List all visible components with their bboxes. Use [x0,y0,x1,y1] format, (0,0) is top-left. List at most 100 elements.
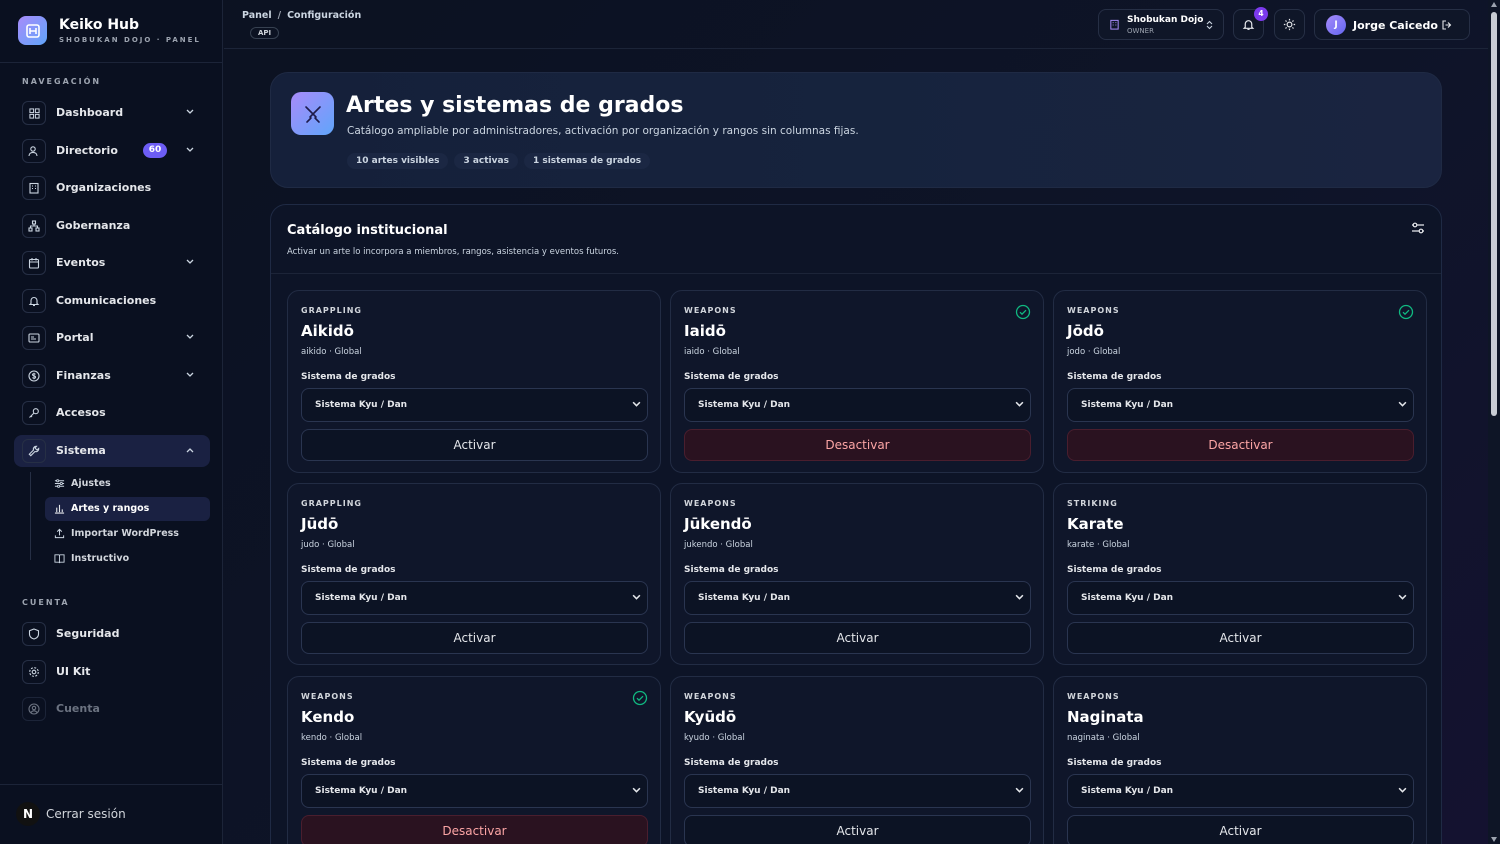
grade-system-label: Sistema de grados [301,372,396,382]
art-card-karate: STRIKING Karate karate · Global Sistema … [1053,483,1427,665]
sidebar-item-label: Portal [56,331,94,344]
grade-system-label: Sistema de grados [301,565,396,575]
grade-system-select[interactable]: Sistema Kyu / Dan [1067,388,1414,422]
art-slug: naginata · Global [1067,733,1140,743]
subnav-item-importar-wordpress[interactable]: Importar WordPress [45,522,210,546]
art-category: GRAPPLING [301,499,362,508]
art-card-kendo: WEAPONS Kendo kendo · Global Sistema de … [287,676,661,844]
scroll-down-arrow-icon[interactable] [1491,837,1497,842]
org-switcher[interactable]: Shobukan Dojo OWNER [1098,9,1224,40]
art-slug: kyudo · Global [684,733,745,743]
grade-system-select[interactable]: Sistema Kyu / Dan [1067,581,1414,615]
art-category: WEAPONS [684,306,737,315]
chevron-down-icon [632,594,641,600]
sidebar-item-accesos[interactable]: Accesos [14,397,210,429]
catalog-panel: Catálogo institucional Activar un arte l… [270,204,1442,844]
deactivate-art-button[interactable]: Desactivar [684,429,1031,461]
activate-art-button[interactable]: Activar [684,622,1031,654]
notifications-button[interactable]: 4 [1233,7,1268,40]
sidebar-item-label: UI Kit [56,665,91,678]
scrollbar-thumb[interactable] [1491,12,1497,416]
check-circle-icon [1015,304,1031,320]
chevron-down-icon [1015,401,1024,407]
subnav-item-label: Importar WordPress [71,528,179,539]
art-slug: jodo · Global [1067,347,1121,357]
brand[interactable]: Keiko Hub SHOBUKAN DOJO · PANEL [18,16,201,45]
art-category: STRIKING [1067,499,1118,508]
sidebar-item-finanzas[interactable]: Finanzas [14,360,210,392]
check-circle-icon [1398,304,1414,320]
subnav-item-artes-y-rangos[interactable]: Artes y rangos [45,497,210,521]
art-category: WEAPONS [684,499,737,508]
activate-art-button[interactable]: Activar [1067,815,1414,844]
grade-system-select[interactable]: Sistema Kyu / Dan [684,581,1031,615]
sidebar-item-organizaciones[interactable]: Organizaciones [14,172,210,204]
subnav-guide [30,472,31,560]
grade-system-value: Sistema Kyu / Dan [315,400,408,410]
art-card-jukendo: WEAPONS Jūkendō jukendo · Global Sistema… [670,483,1044,665]
theme-toggle-button[interactable] [1274,9,1305,40]
subnav-item-instructivo[interactable]: Instructivo [45,547,210,571]
sidebar-item-comunicaciones[interactable]: Comunicaciones [14,285,210,317]
brand-name: Keiko Hub [59,17,140,33]
sidebar-item-seguridad[interactable]: Seguridad [14,618,210,650]
activate-art-button[interactable]: Activar [684,815,1031,844]
breadcrumb-item-panel[interactable]: Panel [242,10,272,21]
art-name: Aikidō [301,322,354,340]
deactivate-art-button[interactable]: Desactivar [301,815,648,844]
catalog-description: Activar un arte lo incorpora a miembros,… [287,247,619,257]
sidebar-item-sistema[interactable]: Sistema [14,435,210,467]
sidebar-item-portal[interactable]: Portal [14,322,210,354]
grade-system-select[interactable]: Sistema Kyu / Dan [684,774,1031,808]
grade-system-value: Sistema Kyu / Dan [698,593,791,603]
avatar: J [1326,15,1346,35]
building-icon [1110,19,1119,30]
sidebar-item-gobernanza[interactable]: Gobernanza [14,210,210,242]
activate-art-button[interactable]: Activar [301,429,648,461]
activate-art-button[interactable]: Activar [1067,622,1414,654]
topbar: Panel / Configuración API Shobukan Dojo OW… [224,0,1488,49]
sun-icon [1283,18,1296,31]
logout-button[interactable]: N Cerrar sesión [16,802,126,826]
art-card-aikido: GRAPPLING Aikidō aikido · Global Sistema… [287,290,661,473]
filter-sliders-icon[interactable] [1411,221,1425,235]
sidebar-item-cuenta[interactable]: Cuenta [14,693,210,725]
grade-system-label: Sistema de grados [684,565,779,575]
chevron-down-icon [186,334,194,339]
grade-system-value: Sistema Kyu / Dan [1081,593,1174,603]
browser-icon [22,326,46,350]
deactivate-art-button[interactable]: Desactivar [1067,429,1414,461]
scroll-up-arrow-icon[interactable] [1491,2,1497,7]
user-menu-button[interactable]: J Jorge Caicedo [1314,9,1470,40]
activate-art-button[interactable]: Activar [301,622,648,654]
sidebar-item-directorio[interactable]: Directorio 60 [14,135,210,167]
page-scrollbar[interactable] [1488,0,1500,844]
grade-system-select[interactable]: Sistema Kyu / Dan [301,774,648,808]
book-icon [54,554,65,564]
logout-icon[interactable] [1441,19,1453,31]
sliders-icon [54,479,65,488]
grade-system-select[interactable]: Sistema Kyu / Dan [684,388,1031,422]
app: Keiko Hub SHOBUKAN DOJO · PANEL NAVEGACI… [0,0,1500,844]
sidebar-item-eventos[interactable]: Eventos [14,247,210,279]
network-icon [22,214,46,238]
grade-system-select[interactable]: Sistema Kyu / Dan [1067,774,1414,808]
dollar-icon [22,364,46,388]
sidebar-item-ui-kit[interactable]: UI Kit [14,656,210,688]
sidebar-item-dashboard[interactable]: Dashboard [14,97,210,129]
grade-system-select[interactable]: Sistema Kyu / Dan [301,388,648,422]
grade-system-select[interactable]: Sistema Kyu / Dan [301,581,648,615]
subnav-item-ajustes[interactable]: Ajustes [45,472,210,496]
grade-system-value: Sistema Kyu / Dan [698,786,791,796]
logout-label: Cerrar sesión [46,807,126,821]
art-category: GRAPPLING [301,306,362,315]
art-slug: jukendo · Global [684,540,753,550]
building-icon [22,176,46,200]
art-card-iaido: WEAPONS Iaidō iaido · Global Sistema de … [670,290,1044,473]
bell-icon [22,289,46,313]
sidebar-item-label: Sistema [56,444,106,457]
stat-active-arts: 3 activas [454,153,518,169]
sidebar-item-label: Dashboard [56,106,124,119]
sidebar-item-label: Cuenta [56,702,100,715]
org-role: OWNER [1127,27,1154,35]
